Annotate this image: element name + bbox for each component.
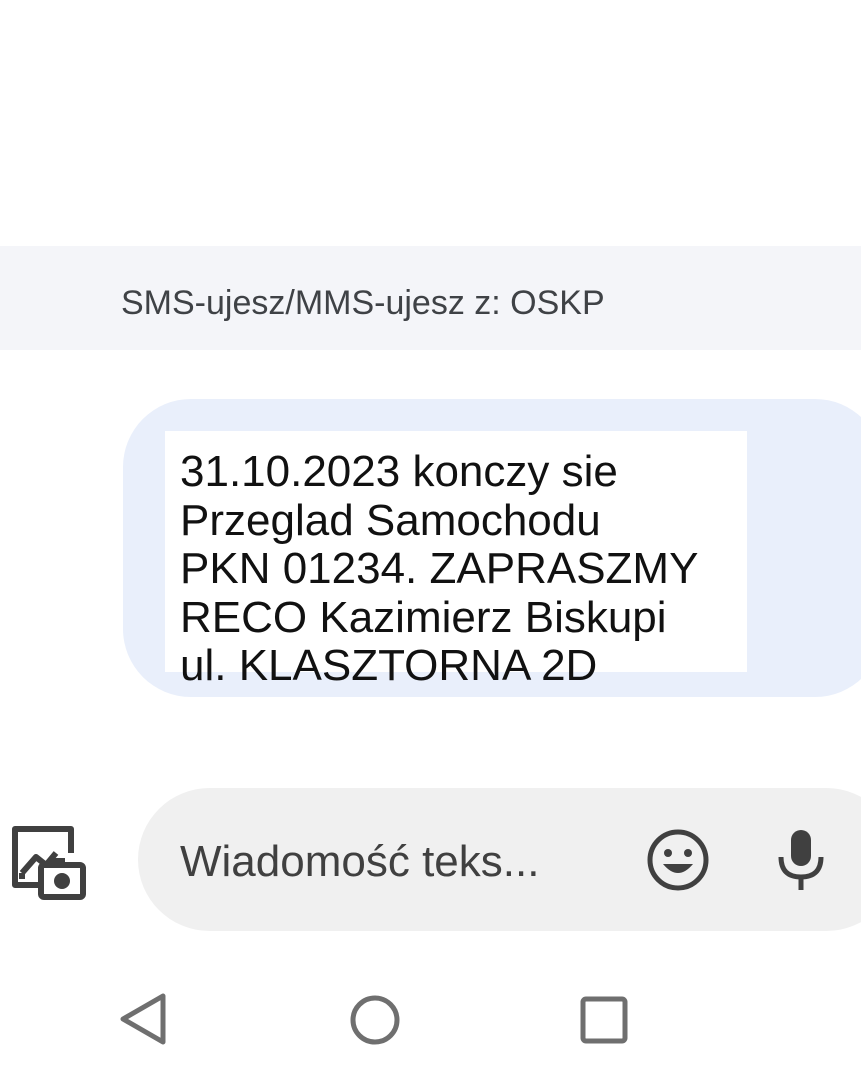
message-line: ul. KLASZTORNA 2D <box>180 641 598 690</box>
message-input[interactable] <box>180 836 620 888</box>
system-navigation-bar <box>0 975 861 1065</box>
message-line: Przeglad Samochodu <box>180 495 601 545</box>
recents-square-icon <box>580 996 628 1044</box>
nav-back-button[interactable] <box>115 992 171 1048</box>
home-circle-icon <box>350 995 400 1045</box>
message-line: PKN 01234. ZAPRASZMY <box>180 544 699 593</box>
emoji-icon <box>647 829 709 891</box>
nav-recents-button[interactable] <box>576 992 632 1048</box>
message-line: 31.10.2023 konczy sie <box>180 447 618 496</box>
message-line: RECO Kazimierz Biskupi <box>180 592 667 642</box>
emoji-button[interactable] <box>644 826 712 894</box>
back-triangle-icon <box>120 993 166 1045</box>
nav-home-button[interactable] <box>345 992 405 1048</box>
message-text: 31.10.2023 konczy sie Przeglad Samochodu… <box>180 447 699 691</box>
microphone-icon <box>778 830 824 890</box>
add-photo-camera-icon <box>12 826 86 900</box>
voice-input-button[interactable] <box>772 826 830 894</box>
sender-info-label: SMS-ujesz/MMS-ujesz z: OSKP <box>121 284 605 322</box>
attach-media-button[interactable] <box>8 823 90 905</box>
